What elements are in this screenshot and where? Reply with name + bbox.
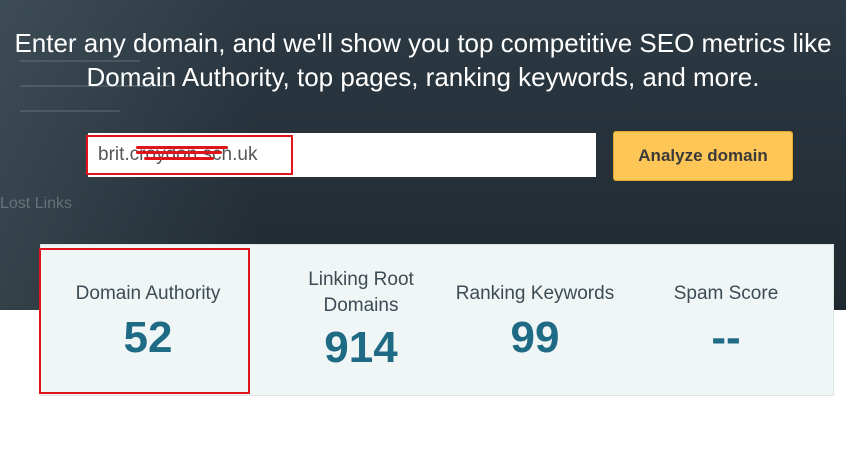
analyze-domain-button[interactable]: Analyze domain <box>613 131 793 181</box>
metric-value: 99 <box>510 313 560 362</box>
hero-ghost-text: Lost Links <box>0 195 73 212</box>
metric-ranking-keywords: Ranking Keywords 99 <box>441 245 629 395</box>
metric-linking-root-domains: Linking Root Domains 914 <box>271 245 451 395</box>
metric-spam-score: Spam Score -- <box>646 245 806 395</box>
metric-label: Spam Score <box>673 283 779 304</box>
metric-value: -- <box>711 313 741 362</box>
domain-search-input[interactable] <box>88 133 596 177</box>
hero-headline: Enter any domain, and we'll show you top… <box>0 26 846 94</box>
metric-label: Ranking Keywords <box>455 283 615 304</box>
metric-value: 52 <box>123 313 173 362</box>
metric-domain-authority: Domain Authority 52 <box>53 245 243 395</box>
metric-label: Linking Root Domains <box>308 269 414 316</box>
hero-headline-line-2: Domain Authority, top pages, ranking key… <box>86 62 760 92</box>
hero-headline-line-1: Enter any domain, and we'll show you top… <box>14 28 832 58</box>
metrics-panel: Domain Authority 52 Linking Root Domains… <box>40 244 834 396</box>
metric-value: 914 <box>324 323 398 372</box>
metric-label: Domain Authority <box>75 283 221 304</box>
